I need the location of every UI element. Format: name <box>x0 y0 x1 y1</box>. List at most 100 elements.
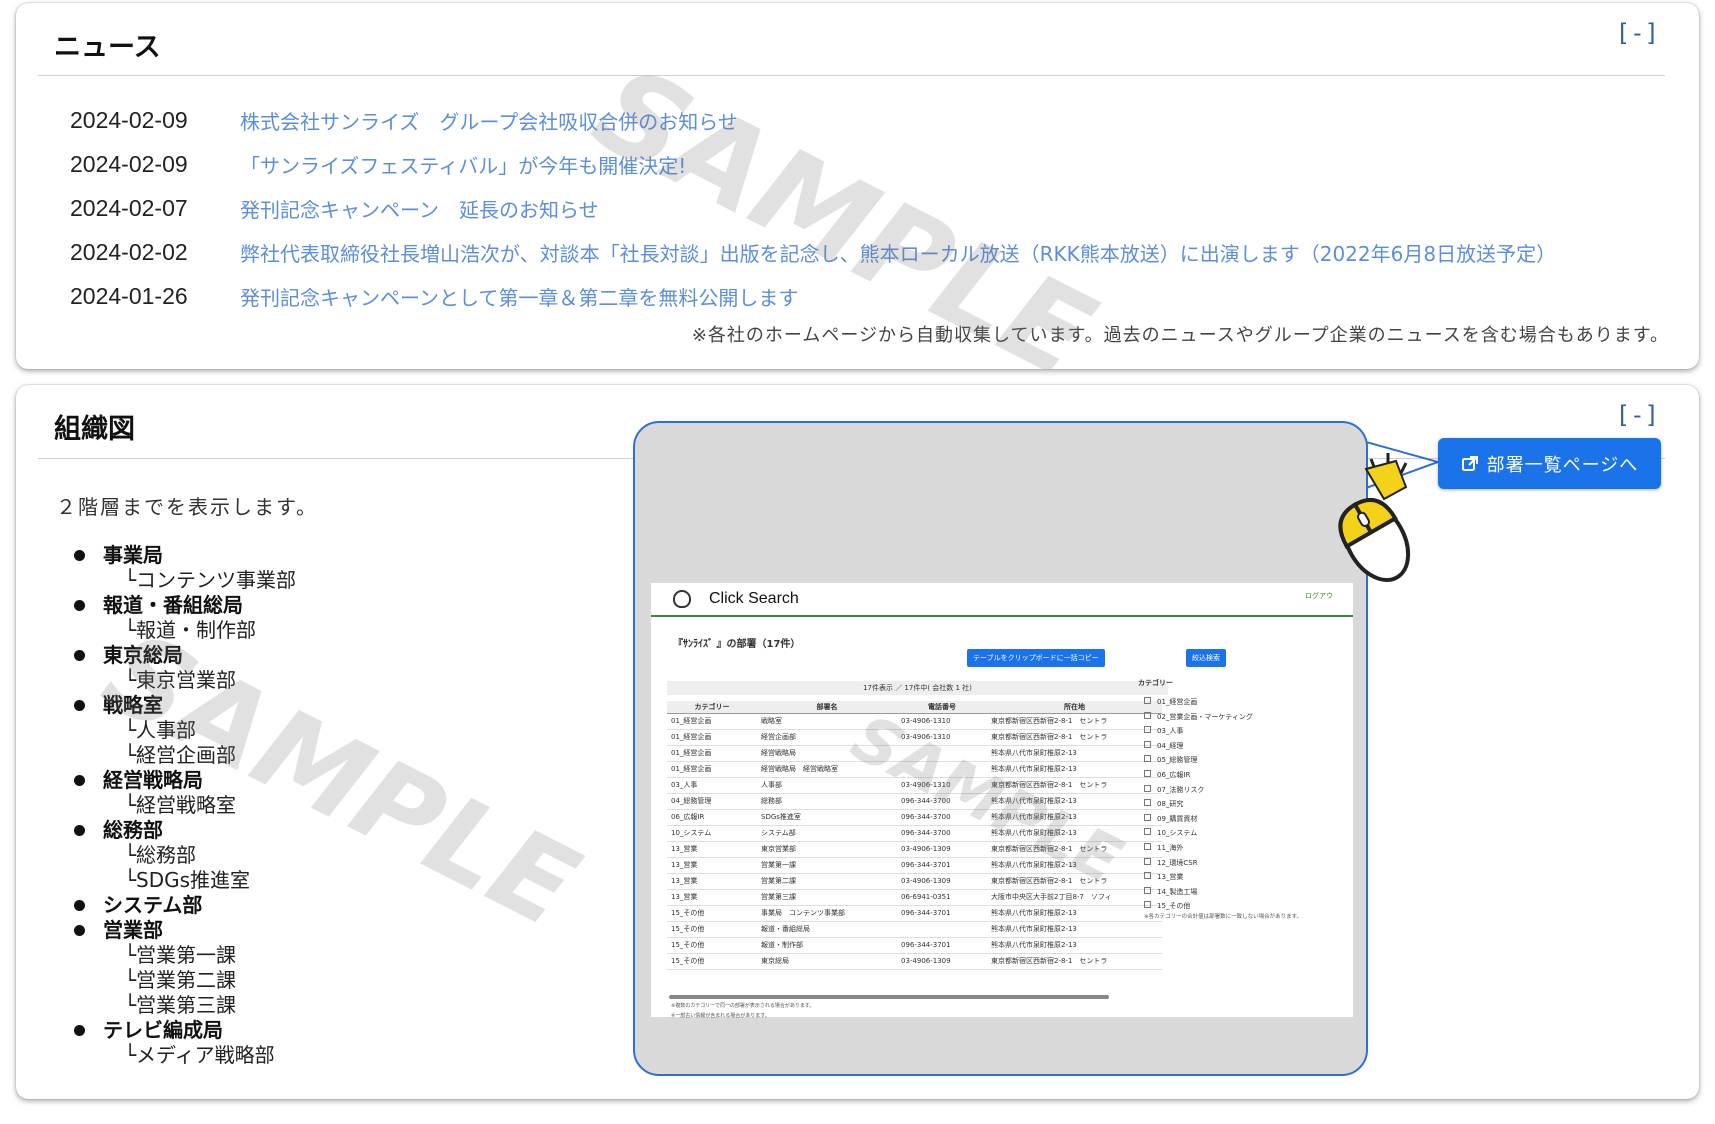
dept-list-page-label: 部署一覧ページへ <box>1486 454 1639 476</box>
org-subdept: └営業第一課 <box>124 943 237 967</box>
preview-table-row: 03_人事 人事部 03-4906-1310 東京都新宿区西新宿2-8-1 セントラ <box>667 777 1162 794</box>
preview-notes: ※複数のカテゴリーで同一の部署が表示される場合があります。 ※一部古い情報が含まれ… <box>671 1001 814 1021</box>
news-link[interactable]: 発刊記念キャンペーン 延長のお知らせ <box>240 194 599 223</box>
preview-logout-link: ログアウ <box>1305 592 1333 600</box>
preview-table-cell: 東京総局 <box>757 953 897 970</box>
org-subdept: └SDGs推進室 <box>124 868 251 892</box>
preview-category-item: 10_システム <box>1144 826 1253 841</box>
preview-subtitle: 『ｻﾝﾗｲｽﾞ 』の部署（17件） <box>673 639 801 650</box>
preview-note: ※一部古い情報が含まれる場合があります。 <box>671 1013 770 1019</box>
org-tree: 事業局 └コンテンツ事業部 報道・番組総局 └報道・制作部 東京総局 └東京営業部 戦略室 └… <box>74 543 594 1068</box>
org-dept: システム部 <box>74 893 594 918</box>
org-collapse-button[interactable]: [-] <box>1616 401 1659 429</box>
preview-table-cell: 事業局 コンテンツ事業部 <box>757 905 897 922</box>
preview-table-cell: 総務部 <box>757 793 897 810</box>
preview-table-cell: 13_営業 <box>667 857 757 874</box>
preview-table-cell: 営業第二課 <box>757 873 897 890</box>
preview-table-cell: 熊本県八代市泉町椎原2-13 <box>987 745 1162 762</box>
org-dept-name: テレビ編成局 <box>103 1018 223 1042</box>
preview-table-cell: 03-4906-1309 <box>897 953 987 970</box>
org-subdept: └営業第三課 <box>124 993 237 1017</box>
org-dept-name: 報道・番組総局 <box>103 593 243 617</box>
news-link[interactable]: 発刊記念キャンペーンとして第一章＆第二章を無料公開します <box>240 282 798 311</box>
preview-table-cell: 03-4906-1309 <box>897 873 987 890</box>
preview-scrollbar <box>669 995 1109 999</box>
preview-table-cell: 営業第一課 <box>757 857 897 874</box>
preview-table-row: 01_経営企画 経営企画部 03-4906-1310 東京都新宿区西新宿2-8-1 セ… <box>667 729 1162 746</box>
org-dept: 報道・番組総局 <box>74 593 594 618</box>
preview-column-header: 所在地 <box>987 701 1162 714</box>
preview-category-item: 05_総務管理 <box>1144 753 1253 768</box>
preview-table-cell: 熊本県八代市泉町椎原2-13 <box>987 809 1162 826</box>
preview-table-row: 15_その他 報道・番組総局 熊本県八代市泉町椎原2-13 <box>667 921 1162 938</box>
bullet-icon <box>74 900 85 911</box>
org-subdept: └経営戦略室 <box>124 793 237 817</box>
preview-table-row: 13_営業 営業第三課 06-6941-0351 大阪市中央区大手前2丁目8-7 ソフ… <box>667 889 1162 906</box>
preview-table-row: 15_その他 事業局 コンテンツ事業部 096-344-3701 熊本県八代市泉町椎原… <box>667 905 1162 922</box>
org-dept-name: システム部 <box>103 893 203 917</box>
preview-category-item: 08_研究 <box>1144 797 1253 812</box>
preview-table-cell: 戦略室 <box>757 713 897 730</box>
news-date: 2024-02-02 <box>70 238 188 265</box>
preview-table-row: 15_その他 報道・制作部 096-344-3701 熊本県八代市泉町椎原2-13 <box>667 937 1162 954</box>
bullet-icon <box>74 600 85 611</box>
news-date: 2024-02-09 <box>70 150 188 177</box>
preview-table-cell: 06-6941-0351 <box>897 889 987 906</box>
news-item: 2024-02-02 弊社代表取締役社長増山浩次が、対談本「社長対談」出版を記念… <box>70 230 1650 274</box>
bullet-icon <box>74 650 85 661</box>
news-link[interactable]: 株式会社サンライズ グループ会社吸収合併のお知らせ <box>240 106 738 135</box>
preview-table-cell: 15_その他 <box>667 921 757 938</box>
preview-table-row: 13_営業 営業第一課 096-344-3701 熊本県八代市泉町椎原2-13 <box>667 857 1162 874</box>
preview-table-row: 13_営業 東京営業部 03-4906-1309 東京都新宿区西新宿2-8-1 セント… <box>667 841 1162 858</box>
news-link[interactable]: 弊社代表取締役社長増山浩次が、対談本「社長対談」出版を記念し、熊本ローカル放送（… <box>240 238 1556 267</box>
preview-category-item: 01_経営企画 <box>1144 695 1253 710</box>
org-card: 組織図 [-] ２階層までを表示します。 事業局 └コンテンツ事業部 報道・番組総局… <box>16 385 1699 1099</box>
preview-table-cell: 人事部 <box>757 777 897 794</box>
preview-table-cell: 熊本県八代市泉町椎原2-13 <box>987 793 1162 810</box>
news-item: 2024-02-09 株式会社サンライズ グループ会社吸収合併のお知らせ <box>70 98 1650 142</box>
dept-list-page-button[interactable]: 部署一覧ページへ <box>1438 438 1661 489</box>
org-dept: 戦略室 <box>74 693 594 718</box>
org-dept: 東京総局 <box>74 643 594 668</box>
preview-table-cell: 096-344-3700 <box>897 825 987 842</box>
preview-table-cell: 営業第三課 <box>757 889 897 906</box>
preview-category-item: 12_環境CSR <box>1144 856 1253 871</box>
preview-table-cell: 13_営業 <box>667 873 757 890</box>
preview-table-cell: 13_営業 <box>667 841 757 858</box>
org-dept: テレビ編成局 <box>74 1018 594 1043</box>
news-link[interactable]: 「サンライズフェスティバル」が今年も開催決定! <box>240 150 686 179</box>
preview-category-item: 04_経理 <box>1144 739 1253 754</box>
preview-category-item: 15_その他 <box>1144 899 1253 914</box>
bullet-icon <box>74 1025 85 1036</box>
preview-category-item: 02_営業企画・マーケティング <box>1144 710 1253 725</box>
preview-table-cell: 熊本県八代市泉町椎原2-13 <box>987 937 1162 954</box>
news-list: 2024-02-09 株式会社サンライズ グループ会社吸収合併のお知らせ 2024… <box>70 98 1650 318</box>
preview-table-row: 06_広報IR SDGs推進室 096-344-3700 熊本県八代市泉町椎原2-13 <box>667 809 1162 826</box>
org-dept: 営業部 <box>74 918 594 943</box>
preview-table-cell: 03_人事 <box>667 777 757 794</box>
preview-table-cell: 東京営業部 <box>757 841 897 858</box>
preview-table-cell: 13_営業 <box>667 889 757 906</box>
preview-column-header: カテゴリー <box>667 701 757 714</box>
news-collapse-button[interactable]: [-] <box>1616 19 1659 47</box>
preview-table-cell: 096-344-3700 <box>897 809 987 826</box>
preview-table-cell: 報道・番組総局 <box>757 921 897 938</box>
preview-table: カテゴリー 部署名 電話番号 所在地 01_経営企画 戦略室 03-4906-1310 東京… <box>667 701 1162 970</box>
preview-category-item: 09_購買資材 <box>1144 812 1253 827</box>
org-title: 組織図 <box>54 414 135 445</box>
org-subdept: └総務部 <box>124 843 197 867</box>
preview-table-cell: 報道・制作部 <box>757 937 897 954</box>
preview-table-row: 10_システム システム部 096-344-3700 熊本県八代市泉町椎原2-13 <box>667 825 1162 842</box>
preview-table-cell: 03-4906-1310 <box>897 713 987 730</box>
org-dept-name: 事業局 <box>103 543 163 567</box>
preview-table-row: 15_その他 東京総局 03-4906-1309 東京都新宿区西新宿2-8-1 セント… <box>667 953 1162 970</box>
news-item: 2024-02-09 「サンライズフェスティバル」が今年も開催決定! <box>70 142 1650 186</box>
news-date: 2024-02-09 <box>70 106 188 133</box>
preview-table-cell: 06_広報IR <box>667 809 757 826</box>
bullet-icon <box>74 825 85 836</box>
preview-table-cell: 熊本県八代市泉町椎原2-13 <box>987 761 1162 778</box>
org-dept: 総務部 <box>74 818 594 843</box>
preview-table-cell: 01_経営企画 <box>667 729 757 746</box>
news-title: ニュース <box>54 32 161 63</box>
preview-table-cell: 04_総務管理 <box>667 793 757 810</box>
